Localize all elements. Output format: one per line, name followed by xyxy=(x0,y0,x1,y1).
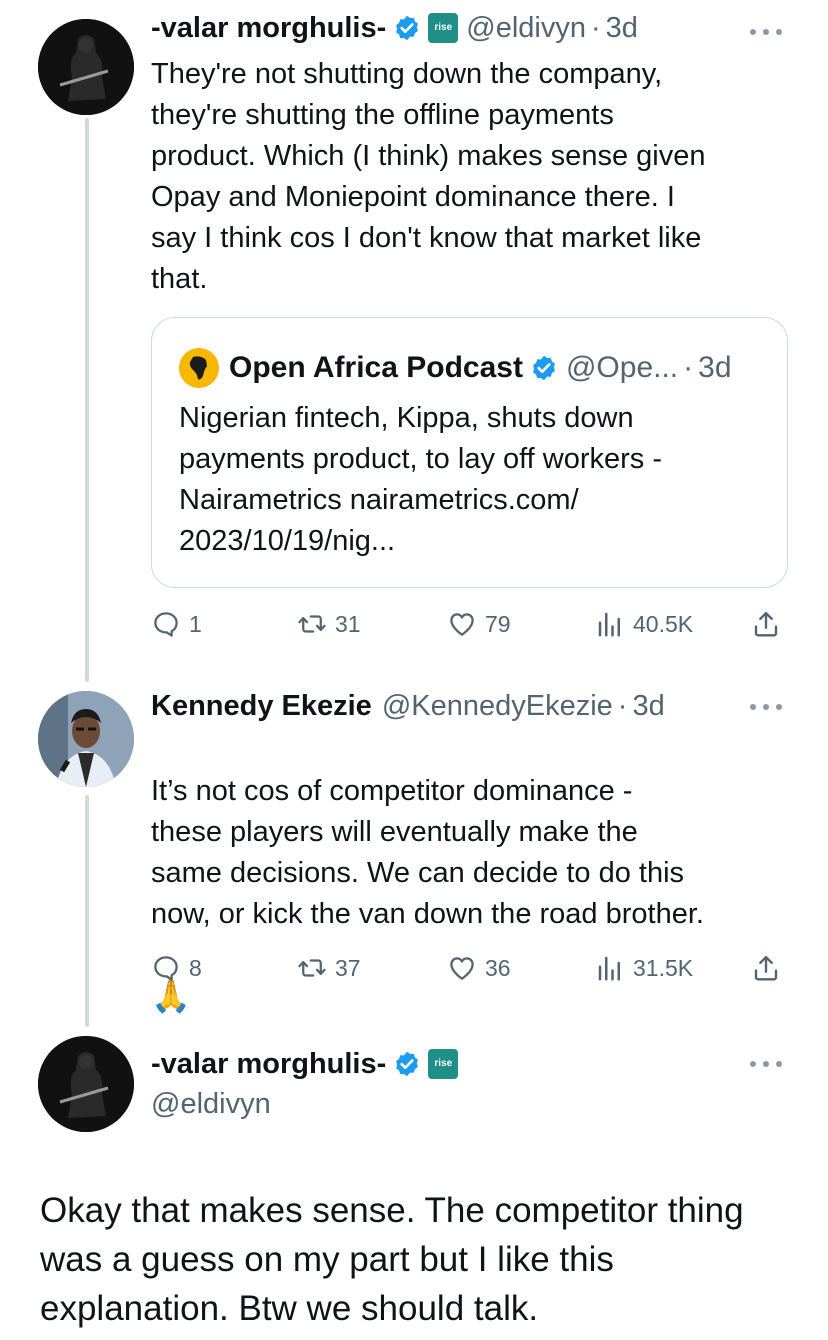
quote-author-name: Open Africa Podcast xyxy=(229,351,523,384)
share-button[interactable] xyxy=(751,604,789,644)
separator-dot: · xyxy=(683,351,694,384)
reply-button[interactable]: 1 xyxy=(151,604,202,644)
author-name[interactable]: -valar morghulis- xyxy=(151,1046,386,1082)
repost-count: 31 xyxy=(335,611,361,637)
view-count: 40.5K xyxy=(633,611,694,637)
timestamp[interactable]: 3d xyxy=(632,688,664,724)
thread-line xyxy=(85,118,89,682)
reply-icon xyxy=(154,612,178,637)
views-button[interactable]: 40.5K xyxy=(595,604,693,644)
tweet-text-content: It’s not cos of competitor dominance - t… xyxy=(151,775,704,930)
tweet-actions: 8 37 36 31.5K xyxy=(151,948,791,988)
tweet-text: They're not shutting down the company, t… xyxy=(151,58,706,295)
repost-button[interactable]: 37 xyxy=(297,948,361,988)
more-icon[interactable] xyxy=(750,26,782,38)
separator-dot: · xyxy=(617,690,628,722)
share-button[interactable] xyxy=(751,948,789,988)
avatar[interactable] xyxy=(38,1036,134,1132)
view-count: 31.5K xyxy=(633,955,694,981)
tweet-text: It’s not cos of competitor dominance - t… xyxy=(151,730,791,1057)
repost-button[interactable]: 31 xyxy=(297,604,361,644)
share-icon xyxy=(754,611,778,637)
views-icon xyxy=(598,612,620,637)
avatar[interactable] xyxy=(38,691,134,787)
quote-timestamp: 3d xyxy=(698,351,732,384)
tweet-actions: 1 31 79 40.5K xyxy=(151,604,791,644)
like-button[interactable]: 79 xyxy=(447,604,511,644)
quote-header: Open Africa Podcast @Ope... · 3d xyxy=(179,348,732,388)
like-icon xyxy=(450,957,474,980)
reply-button[interactable]: 8 xyxy=(151,948,202,988)
affiliate-badge-icon[interactable]: rise xyxy=(428,13,459,43)
handle-row: @eldivyn xyxy=(151,1086,271,1122)
author-name[interactable]: Kennedy Ekezie xyxy=(151,688,372,724)
verified-icon xyxy=(393,1050,421,1078)
author-handle[interactable]: @KennedyEkezie xyxy=(382,688,613,724)
quote-tweet[interactable]: Open Africa Podcast @Ope... · 3d Nigeria… xyxy=(151,317,788,588)
reply-icon xyxy=(154,956,178,981)
more-icon[interactable] xyxy=(750,1058,782,1070)
like-button[interactable]: 36 xyxy=(447,948,511,988)
tweet-header: -valar morghulis- rise @eldivyn · 3d xyxy=(151,10,638,46)
like-icon xyxy=(450,613,474,636)
reply-count: 1 xyxy=(189,611,202,637)
separator-dot: · xyxy=(591,12,601,44)
repost-icon xyxy=(298,615,326,633)
views-icon xyxy=(598,956,620,981)
quote-author-handle: @Ope... xyxy=(565,351,679,384)
repost-icon xyxy=(298,959,326,977)
thread-line xyxy=(85,795,89,1027)
tweet-header: -valar morghulis- rise xyxy=(151,1046,466,1082)
like-count: 79 xyxy=(485,611,511,637)
repost-count: 37 xyxy=(335,955,361,981)
share-icon xyxy=(754,955,778,981)
verified-icon xyxy=(530,354,558,382)
tweet-header: Kennedy Ekezie @KennedyEkezie · 3d xyxy=(151,688,665,724)
reply-count: 8 xyxy=(189,955,202,981)
author-name[interactable]: -valar morghulis- xyxy=(151,10,386,46)
more-icon[interactable] xyxy=(750,701,782,713)
author-handle[interactable]: @eldivyn xyxy=(466,10,586,46)
main-tweet-text: Okay that makes sense. The competitor th… xyxy=(40,1191,744,1328)
affiliate-badge-icon[interactable]: rise xyxy=(428,1049,459,1079)
verified-icon xyxy=(393,14,421,42)
timestamp[interactable]: 3d xyxy=(606,10,638,46)
author-handle[interactable]: @eldivyn xyxy=(151,1086,271,1122)
views-button[interactable]: 31.5K xyxy=(595,948,693,988)
avatar[interactable] xyxy=(38,19,134,115)
like-count: 36 xyxy=(485,955,511,981)
quote-avatar xyxy=(179,348,219,388)
quote-text: Nigerian fintech, Kippa, shuts down paym… xyxy=(179,402,663,557)
